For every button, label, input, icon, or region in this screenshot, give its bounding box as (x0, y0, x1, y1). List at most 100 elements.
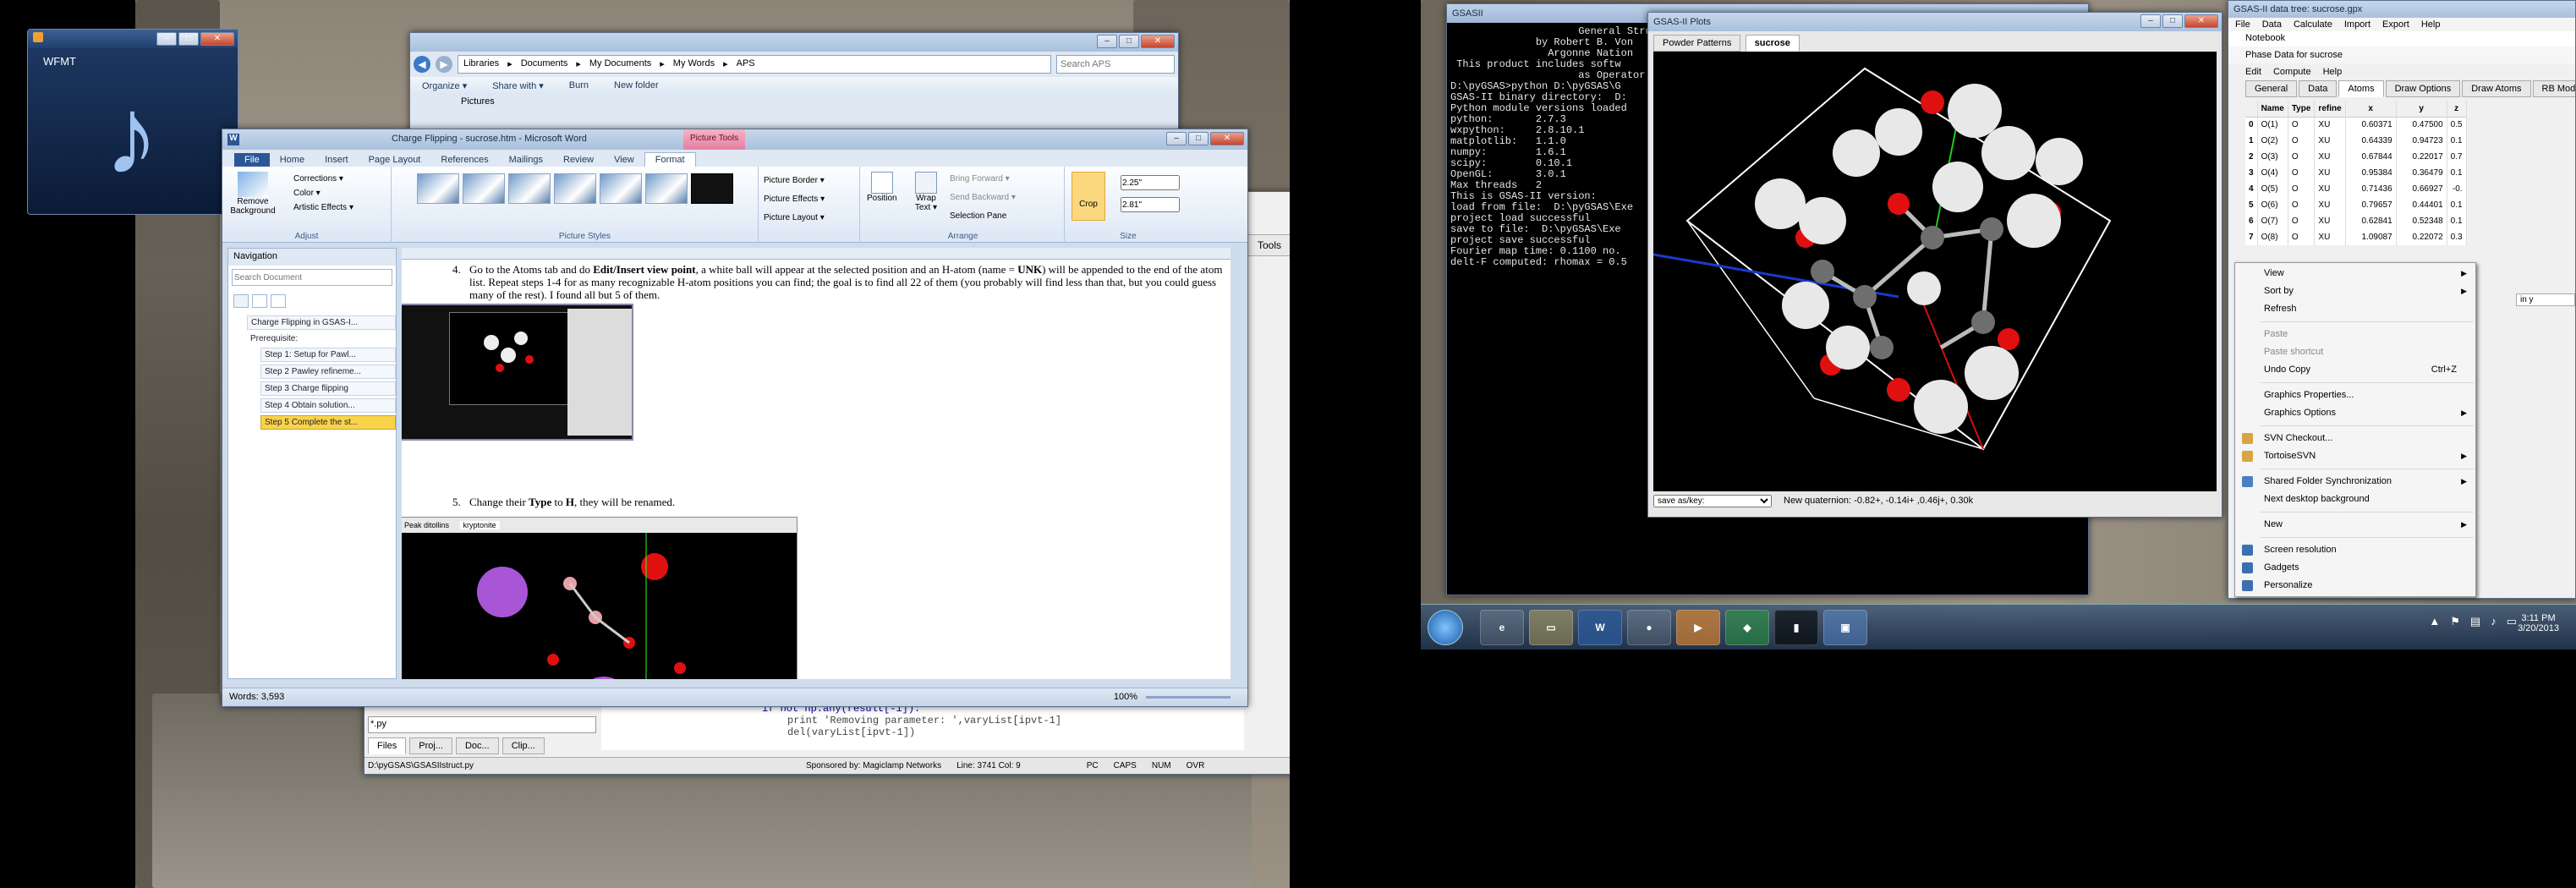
share-with-button[interactable]: Share with ▾ (492, 80, 544, 91)
table-row[interactable]: 2 O(3) O XU 0.67844 0.22017 0.7 (2245, 149, 2467, 165)
table-cell[interactable]: XU (2314, 229, 2346, 245)
artistic-effects-button[interactable]: Artistic Effects ▾ (293, 200, 354, 215)
flag-icon[interactable]: ⚑ (2450, 615, 2460, 628)
breadcrumb-aps[interactable]: APS (737, 58, 755, 70)
volume-icon[interactable]: ♪ (2491, 615, 2497, 628)
table-cell[interactable]: 0.22017 (2396, 149, 2447, 165)
menu-export[interactable]: Export (2382, 19, 2409, 30)
menu-calculate[interactable]: Calculate (2294, 19, 2332, 30)
table-row[interactable]: 7 O(8) O XU 1.09087 0.22072 0.3 (2245, 229, 2467, 245)
table-cell[interactable]: 0.5 (2447, 117, 2467, 133)
explorer-search-input[interactable] (1056, 55, 1175, 74)
wrap-text-button[interactable]: Wrap Text ▾ (909, 172, 943, 212)
table-cell[interactable]: XU (2314, 149, 2346, 165)
table-cell[interactable]: O (2288, 181, 2316, 197)
breadcrumb-libraries[interactable]: Libraries (463, 58, 499, 70)
menu-help[interactable]: Help (2421, 19, 2441, 30)
burn-button[interactable]: Burn (569, 80, 589, 91)
remove-background-button[interactable]: Remove Background (227, 172, 278, 216)
tray-arrow-icon[interactable]: ▲ (2429, 615, 2440, 628)
maximize-button[interactable]: □ (1119, 35, 1139, 48)
context-menu-item[interactable]: SVN Checkout... (2235, 430, 2475, 447)
table-cell[interactable]: 0.79657 (2345, 197, 2397, 213)
close-button[interactable]: ✕ (1210, 132, 1244, 145)
breadcrumb-my-documents[interactable]: My Documents (589, 58, 651, 70)
tab-docs[interactable]: Doc... (455, 737, 499, 754)
nav-heading[interactable]: Step 3 Charge flipping (260, 381, 396, 396)
word-count[interactable]: Words: 3,593 (229, 692, 284, 702)
bring-forward-button[interactable]: Bring Forward ▾ (950, 170, 1016, 189)
tab-mailings[interactable]: Mailings (499, 153, 553, 167)
embedded-plot-image[interactable]: Peak ditollins kryptonite (402, 517, 797, 679)
tab-view[interactable]: View (604, 153, 644, 167)
table-cell[interactable]: O (2288, 197, 2316, 213)
table-cell[interactable]: O(7) (2257, 213, 2288, 229)
table-cell[interactable]: XU (2314, 181, 2346, 197)
table-cell[interactable]: 0.1 (2447, 197, 2467, 213)
picture-border-button[interactable]: Picture Border ▾ (764, 172, 854, 190)
table-row[interactable]: 1 O(2) O XU 0.64339 0.94723 0.1 (2245, 133, 2467, 149)
explorer-window[interactable]: – □ ✕ ◀ ▶ Libraries ▸ Documents ▸ My Documen… (409, 32, 1179, 134)
console-taskbar-icon[interactable]: ▮ (1774, 610, 1818, 645)
back-icon[interactable]: ◀ (414, 56, 430, 73)
word-taskbar-icon[interactable]: W (1578, 610, 1622, 645)
table-cell[interactable]: -0. (2447, 181, 2467, 197)
tab-general[interactable]: General (2245, 80, 2298, 97)
crop-button[interactable]: Crop (1072, 172, 1105, 221)
tab-projects[interactable]: Proj... (409, 737, 452, 754)
table-cell[interactable]: 0.3 (2447, 229, 2467, 245)
style-thumbnail[interactable] (463, 173, 505, 204)
pages-view-icon[interactable] (252, 294, 267, 308)
tab-draw-atoms[interactable]: Draw Atoms (2462, 80, 2531, 97)
table-cell[interactable]: O(2) (2257, 133, 2288, 149)
table-cell[interactable]: 0.64339 (2345, 133, 2397, 149)
zoom-level[interactable]: 100% (1114, 692, 1137, 702)
navigation-search-input[interactable] (232, 269, 392, 286)
menu-edit[interactable]: Edit (2245, 67, 2261, 77)
context-menu-item[interactable]: Shared Folder Synchronization ▶ (2235, 473, 2475, 491)
table-cell[interactable]: XU (2314, 197, 2346, 213)
tab-format[interactable]: Format (644, 152, 696, 167)
results-view-icon[interactable] (271, 294, 286, 308)
table-cell[interactable]: O(5) (2257, 181, 2288, 197)
context-menu-item[interactable]: Refresh (2235, 300, 2475, 318)
table-cell[interactable]: 0.60371 (2345, 117, 2397, 133)
table-row[interactable]: 5 O(6) O XU 0.79657 0.44401 0.1 (2245, 197, 2467, 213)
nav-heading[interactable]: Step 4 Obtain solution... (260, 398, 396, 413)
picture-effects-button[interactable]: Picture Effects ▾ (764, 190, 854, 209)
width-input[interactable] (1121, 197, 1180, 212)
table-cell[interactable]: O (2288, 213, 2316, 229)
tab-sucrose[interactable]: sucrose (1745, 35, 1800, 52)
structure-3d-view[interactable] (1652, 52, 2217, 491)
selection-pane-button[interactable]: Selection Pane (950, 207, 1016, 226)
style-thumbnail[interactable] (417, 173, 459, 204)
table-cell[interactable]: O(3) (2257, 149, 2288, 165)
address-bar[interactable]: Libraries ▸ Documents ▸ My Documents ▸ My W… (458, 55, 1051, 74)
table-cell[interactable]: 0.22072 (2396, 229, 2447, 245)
word-window[interactable]: W Charge Flipping - sucrose.htm - Micros… (222, 129, 1248, 707)
media-player-icon[interactable]: ▶ (1676, 610, 1720, 645)
send-backward-button[interactable]: Send Backward ▾ (950, 189, 1016, 207)
network-icon[interactable]: ▤ (2470, 615, 2480, 628)
style-thumbnail[interactable] (600, 173, 642, 204)
table-cell[interactable]: 0.36479 (2396, 165, 2447, 181)
table-cell[interactable]: O(4) (2257, 165, 2288, 181)
battery-icon[interactable]: ▭ (2507, 615, 2517, 628)
tree-item-notebook[interactable]: Notebook (2228, 31, 2575, 47)
menu-file[interactable]: File (2235, 19, 2250, 30)
breadcrumb-my-words[interactable]: My Words (673, 58, 715, 70)
tab-home[interactable]: Home (270, 153, 315, 167)
internet-explorer-icon[interactable]: e (1480, 610, 1524, 645)
table-cell[interactable]: 0.1 (2447, 165, 2467, 181)
document-page[interactable]: 4. Go to the Atoms tab and do Edit/Inser… (402, 260, 1230, 679)
context-menu-item[interactable]: Sort by ▶ (2235, 282, 2475, 300)
nav-heading[interactable]: Step 1: Setup for Pawl... (260, 348, 396, 362)
tab-atoms[interactable]: Atoms (2338, 80, 2384, 97)
forward-icon[interactable]: ▶ (436, 56, 452, 73)
table-cell[interactable]: XU (2314, 165, 2346, 181)
table-cell[interactable]: O (2288, 149, 2316, 165)
context-menu-item[interactable]: Graphics Options ▶ (2235, 404, 2475, 422)
code-editor[interactable]: if not np.any(result[-1]): print 'Removi… (601, 699, 1244, 750)
nav-heading[interactable]: Step 2 Pawley refineme... (260, 365, 396, 379)
python-app-icon[interactable]: ▣ (1823, 610, 1867, 645)
